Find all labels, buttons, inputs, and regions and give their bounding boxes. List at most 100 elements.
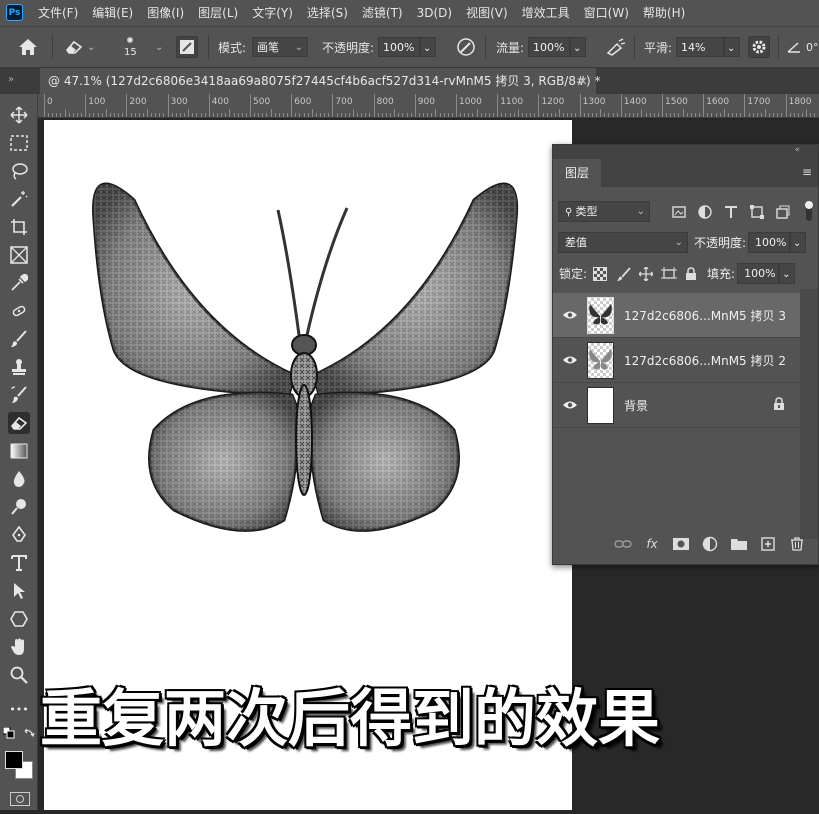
add-mask-button[interactable]	[670, 535, 692, 553]
layers-scrollbar[interactable]	[800, 289, 818, 539]
pen-tool[interactable]	[8, 524, 30, 546]
crop-tool[interactable]	[8, 216, 30, 238]
shape-tool[interactable]	[8, 608, 30, 630]
brush-size-dropdown[interactable]: ⌄	[152, 27, 163, 67]
menu-layer[interactable]: 图层(L)	[198, 0, 238, 26]
brush-size-picker[interactable]: 15	[124, 27, 137, 67]
menu-view[interactable]: 视图(V)	[466, 0, 508, 26]
layer-row-copy3[interactable]: 127d2c6806...MnM5 拷贝 3	[553, 293, 801, 338]
lock-all-icon[interactable]	[685, 266, 697, 281]
document-tab[interactable]: @ 47.1% (127d2c6806e3418aa69a8075f27445c…	[40, 68, 601, 94]
layer-filter-select[interactable]: ⚲ 类型 ⌄	[558, 201, 650, 222]
delete-layer-button[interactable]	[786, 535, 808, 553]
visibility-toggle[interactable]	[553, 310, 587, 320]
menu-edit[interactable]: 编辑(E)	[92, 0, 133, 26]
ruler-tick	[497, 94, 499, 117]
blur-tool[interactable]	[8, 468, 30, 490]
lock-artboard-icon[interactable]	[661, 266, 678, 281]
panel-menu-icon[interactable]: ≡	[802, 165, 812, 179]
more-tools-button[interactable]: •••	[8, 698, 30, 720]
frame-tool[interactable]	[8, 244, 30, 266]
menu-plugins[interactable]: 增效工具	[522, 0, 570, 26]
marquee-tool[interactable]	[8, 132, 30, 154]
lock-pixels-icon[interactable]	[617, 266, 631, 281]
smoothing-dropdown[interactable]: ⌄	[724, 37, 741, 57]
menu-filter[interactable]: 滤镜(T)	[362, 0, 403, 26]
fill-dropdown[interactable]: ⌄	[779, 263, 796, 284]
menu-select[interactable]: 选择(S)	[307, 0, 348, 26]
opacity-input[interactable]: 100%	[378, 37, 421, 57]
new-group-button[interactable]	[728, 535, 750, 553]
pressure-opacity-button[interactable]	[456, 27, 476, 67]
lock-transparent-icon[interactable]	[593, 266, 608, 281]
path-select-tool[interactable]	[8, 580, 30, 602]
foreground-color-swatch-top[interactable]	[5, 751, 23, 769]
brush-settings-button[interactable]	[176, 27, 198, 67]
tab-layers[interactable]: 图层	[553, 159, 601, 187]
menu-image[interactable]: 图像(I)	[147, 0, 184, 26]
new-layer-button[interactable]	[757, 535, 779, 553]
zoom-tool[interactable]	[8, 664, 30, 686]
lock-icon[interactable]	[773, 397, 785, 411]
stamp-tool[interactable]	[8, 356, 30, 378]
layer-thumbnail[interactable]	[587, 296, 614, 334]
menu-window[interactable]: 窗口(W)	[584, 0, 629, 26]
close-icon[interactable]: ×	[578, 68, 588, 94]
collapse-toolbar-button[interactable]: »	[8, 74, 14, 85]
type-tool[interactable]	[8, 552, 30, 574]
dodge-tool[interactable]	[8, 496, 30, 518]
filter-adjustment-icon[interactable]	[696, 203, 714, 221]
visibility-toggle[interactable]	[553, 400, 587, 410]
filter-toggle[interactable]	[805, 201, 813, 221]
eyedropper-tool[interactable]	[8, 272, 30, 294]
swap-colors-button[interactable]	[22, 726, 36, 740]
filter-pixel-icon[interactable]	[670, 203, 688, 221]
flow-input[interactable]: 100%	[528, 37, 571, 57]
layer-opacity-input[interactable]: 100%	[748, 232, 791, 253]
home-button[interactable]	[18, 27, 38, 67]
smoothing-input[interactable]: 14%	[676, 37, 725, 57]
ruler-minor-tick	[814, 113, 816, 117]
menu-file[interactable]: 文件(F)	[38, 0, 78, 26]
airbrush-button[interactable]	[605, 27, 627, 67]
blend-mode-select[interactable]: 差值 ⌄	[558, 232, 688, 253]
eraser-tool[interactable]	[8, 412, 30, 434]
mode-select[interactable]: 画笔 ⌄	[252, 37, 309, 57]
flow-dropdown[interactable]: ⌄	[570, 37, 587, 57]
collapse-panel-button[interactable]: «	[794, 145, 800, 155]
gradient-tool[interactable]	[8, 440, 30, 462]
lasso-tool[interactable]	[8, 160, 30, 182]
brush-angle-control[interactable]: 0°	[786, 27, 819, 67]
visibility-toggle[interactable]	[553, 355, 587, 365]
layer-row-background[interactable]: 背景	[553, 383, 801, 428]
lock-position-icon[interactable]	[639, 266, 654, 281]
menu-3d[interactable]: 3D(D)	[417, 0, 452, 26]
tool-preset-picker[interactable]: ⌄	[64, 27, 95, 67]
layer-name[interactable]: 127d2c6806...MnM5 拷贝 3	[624, 307, 786, 324]
layer-name[interactable]: 背景	[624, 397, 648, 414]
filter-smart-object-icon[interactable]	[774, 203, 792, 221]
default-colors-button[interactable]	[2, 726, 16, 740]
layer-opacity-dropdown[interactable]: ⌄	[790, 232, 807, 253]
move-tool[interactable]	[8, 104, 30, 126]
brush-tool[interactable]	[8, 328, 30, 350]
new-adjustment-button[interactable]	[699, 535, 721, 553]
layer-row-copy2[interactable]: 127d2c6806...MnM5 拷贝 2	[553, 338, 801, 383]
add-layer-style-button[interactable]: fx	[641, 535, 663, 553]
hand-tool[interactable]	[8, 636, 30, 658]
filter-type-icon[interactable]	[722, 203, 740, 221]
layer-thumbnail[interactable]	[587, 386, 614, 424]
menu-help[interactable]: 帮助(H)	[643, 0, 685, 26]
history-brush-tool[interactable]	[8, 384, 30, 406]
quick-mask-button[interactable]	[10, 792, 30, 806]
menu-type[interactable]: 文字(Y)	[252, 0, 293, 26]
healing-tool[interactable]	[8, 300, 30, 322]
layer-name[interactable]: 127d2c6806...MnM5 拷贝 2	[624, 352, 786, 369]
opacity-dropdown[interactable]: ⌄	[420, 37, 437, 57]
fill-input[interactable]: 100%	[737, 263, 780, 284]
magic-wand-tool[interactable]	[8, 188, 30, 210]
link-layers-button[interactable]	[612, 535, 634, 553]
filter-shape-icon[interactable]	[748, 203, 766, 221]
layer-thumbnail[interactable]	[587, 341, 614, 379]
smoothing-options-button[interactable]	[748, 27, 770, 67]
